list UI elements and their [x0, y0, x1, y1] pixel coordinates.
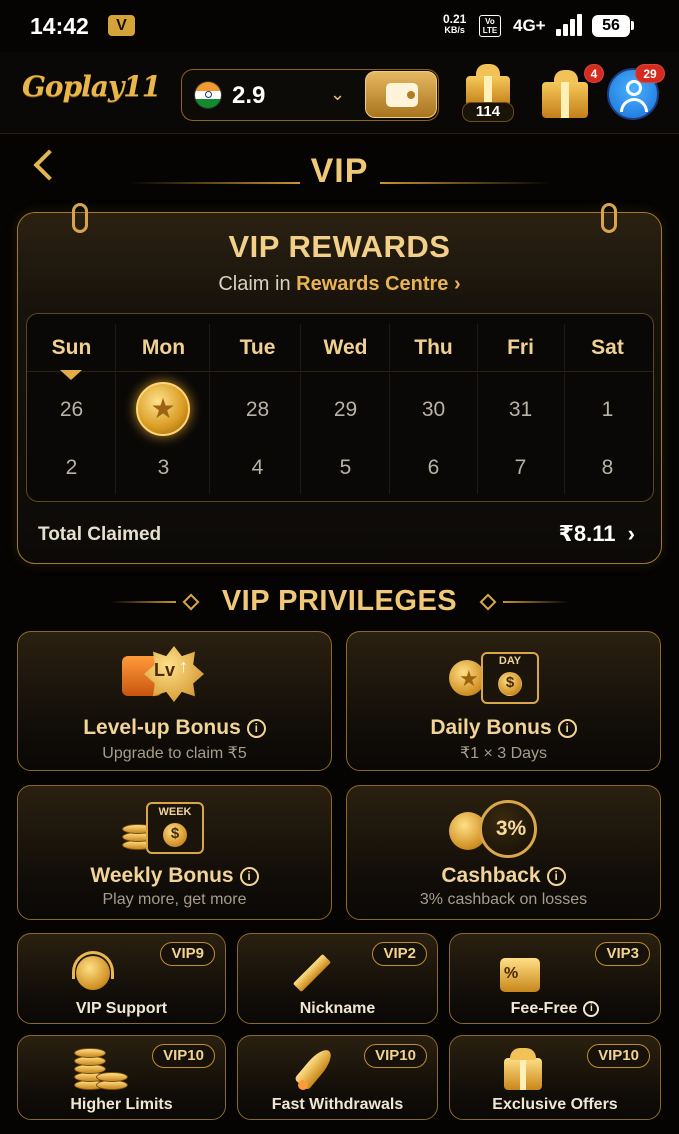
calendar-day[interactable]: 8 — [563, 456, 652, 480]
calendar-day[interactable]: 5 — [301, 456, 390, 480]
nickname-card[interactable]: VIP2 Nickname — [237, 933, 438, 1024]
day-name: Fri — [507, 336, 534, 359]
vip-level-badge: VIP2 — [372, 942, 427, 966]
app-header: Goplay11 2.9 ⌄ 114 4 29 — [0, 52, 679, 134]
info-icon[interactable]: i — [546, 867, 566, 886]
vip-support-card[interactable]: VIP9 VIP Support — [17, 933, 226, 1024]
status-bar: 14:42 V 0.21 KB/s Vo LTE 4G+ 56 — [0, 0, 679, 52]
day-name: Wed — [323, 336, 368, 359]
info-icon[interactable]: i — [239, 867, 259, 886]
info-icon[interactable]: i — [557, 719, 577, 738]
wallet-icon — [386, 83, 418, 107]
signal-icon — [556, 14, 584, 36]
day-name: Thu — [414, 336, 453, 359]
page-title: VIP — [310, 152, 369, 190]
fee-free-card[interactable]: VIP3 % Fee-Free i — [449, 933, 661, 1024]
higher-limits-card[interactable]: VIP10 Higher Limits — [17, 1035, 226, 1120]
wallet-button[interactable] — [365, 71, 437, 118]
calendar-day[interactable]: 31 — [476, 398, 565, 422]
vip-level-badge: VIP3 — [595, 942, 650, 966]
today-marker-icon — [60, 370, 82, 380]
gift-box-button[interactable]: 114 — [462, 62, 514, 124]
calendar-day[interactable]: 29 — [301, 398, 390, 422]
calendar-day[interactable]: 7 — [476, 456, 565, 480]
rewards-gift-button[interactable]: 4 — [540, 64, 604, 122]
total-claimed-amount[interactable]: ₹8.11 › — [559, 521, 635, 547]
day-name: Sun — [51, 336, 92, 359]
weekly-bonus-card[interactable]: WEEK $ Weekly Bonus i Play more, get more — [17, 785, 332, 920]
chevron-right-icon[interactable]: › — [454, 273, 461, 295]
rewards-subtitle[interactable]: Claim in Rewards Centre › — [18, 273, 661, 296]
balance-amount: 2.9 — [232, 82, 266, 109]
calendar-day[interactable]: 6 — [389, 456, 478, 480]
vip-level-badge: VIP10 — [587, 1044, 650, 1068]
day-name: Tue — [239, 336, 276, 359]
level-up-bonus-card[interactable]: Lv ↑ Level-up Bonus i Upgrade to claim ₹5 — [17, 631, 332, 771]
v-app-icon: V — [108, 15, 135, 36]
exclusive-offers-card[interactable]: VIP10 Exclusive Offers — [449, 1035, 661, 1120]
info-icon[interactable]: i — [246, 719, 266, 738]
network-speed: 0.21 KB/s — [443, 12, 467, 35]
vip-level-badge: VIP9 — [160, 942, 215, 966]
daily-bonus-card[interactable]: ★ DAY $ Daily Bonus i ₹1 × 3 Days — [346, 631, 661, 771]
india-flag-icon — [194, 81, 222, 109]
calendar-day[interactable]: 3 — [119, 456, 208, 480]
chevron-down-icon[interactable]: ⌄ — [330, 84, 345, 105]
volte-icon: Vo LTE — [479, 15, 501, 37]
calendar-day[interactable]: 30 — [389, 398, 478, 422]
status-time: 14:42 — [30, 13, 89, 39]
rewards-centre-link[interactable]: Rewards Centre — [296, 273, 448, 295]
calendar-day[interactable]: 2 — [27, 456, 116, 480]
network-type: 4G+ — [513, 16, 546, 35]
calendar-day[interactable]: 28 — [213, 398, 302, 422]
profile-avatar[interactable]: 29 — [607, 64, 665, 120]
calendar-day[interactable]: 4 — [213, 456, 302, 480]
notification-badge: 4 — [584, 64, 604, 83]
balance-selector[interactable]: 2.9 ⌄ — [181, 69, 439, 121]
calendar-day[interactable]: 26 — [27, 398, 116, 422]
privileges-title: VIP PRIVILEGES — [221, 585, 458, 617]
day-name: Mon — [141, 336, 186, 359]
info-icon[interactable]: i — [583, 1001, 600, 1017]
rewards-title: VIP REWARDS — [228, 229, 451, 264]
user-icon — [626, 80, 642, 96]
chevron-right-icon[interactable]: › — [628, 521, 635, 546]
day-name: Sat — [591, 336, 624, 359]
calendar-day[interactable]: 1 — [563, 398, 652, 422]
fast-withdrawals-card[interactable]: VIP10 Fast Withdrawals — [237, 1035, 438, 1120]
app-logo[interactable]: Goplay11 — [22, 70, 161, 103]
total-claimed-label: Total Claimed — [38, 524, 162, 545]
rewards-calendar: Sun Mon Tue Wed Thu Fri Sat 26 ★ 28 29 3… — [26, 313, 654, 502]
vip-level-badge: VIP10 — [364, 1044, 427, 1068]
vip-rewards-card: VIP REWARDS Claim in Rewards Centre › Su… — [17, 203, 662, 564]
battery-icon: 56 — [592, 15, 630, 37]
vip-level-badge: VIP10 — [152, 1044, 215, 1068]
cashback-card[interactable]: 3% Cashback i 3% cashback on losses — [346, 785, 661, 920]
gold-star-coin-icon[interactable]: ★ — [136, 382, 190, 436]
profile-badge: 29 — [635, 64, 665, 83]
gift-count: 114 — [462, 102, 514, 122]
